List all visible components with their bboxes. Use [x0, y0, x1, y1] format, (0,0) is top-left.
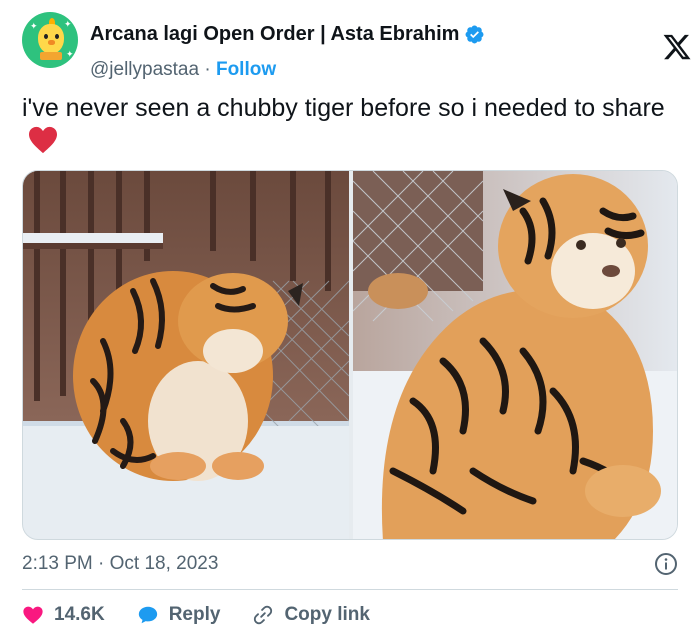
tweet-text: i've never seen a chubby tiger before so…	[22, 92, 682, 158]
tiger-looking-side-image	[353, 171, 677, 539]
like-count: 14.6K	[54, 604, 105, 625]
heart-icon	[23, 606, 43, 624]
chick-mascot-icon	[38, 24, 64, 54]
divider	[22, 589, 678, 590]
follow-button[interactable]: Follow	[216, 59, 276, 80]
red-heart-emoji-icon	[29, 126, 57, 154]
avatar[interactable]: ✦ ✦ ✦	[22, 12, 78, 68]
verified-badge-icon	[465, 25, 484, 43]
tweet-body: i've never seen a chubby tiger before so…	[22, 94, 665, 122]
tiger-photo-left[interactable]	[23, 171, 349, 539]
chick-eye	[44, 34, 48, 39]
handle[interactable]: @jellypastaa	[90, 59, 199, 80]
timestamp[interactable]: 2:13 PM · Oct 18, 2023	[22, 553, 218, 574]
avatar-tag	[40, 52, 62, 60]
copy-link-button[interactable]: Copy link	[252, 604, 370, 626]
copy-link-label: Copy link	[284, 604, 370, 625]
like-button[interactable]: 14.6K	[22, 604, 105, 626]
handle-row: @jellypastaa · Follow	[90, 59, 276, 81]
x-logo-icon[interactable]	[662, 32, 692, 62]
chick-eye	[55, 34, 59, 39]
action-bar: 14.6K Reply Copy link	[22, 600, 402, 630]
sparkle-icon: ✦	[30, 21, 38, 31]
sparkle-icon: ✦	[66, 49, 74, 59]
media-grid	[22, 170, 678, 540]
sparkle-icon: ✦	[64, 19, 72, 29]
display-name[interactable]: Arcana lagi Open Order | Asta Ebrahim	[90, 23, 459, 46]
tweet-header: ✦ ✦ ✦ Arcana lagi Open Order | Asta Ebra…	[22, 12, 691, 80]
tiger-looking-down-image	[23, 171, 349, 539]
reply-label: Reply	[168, 604, 221, 625]
timestamp-row: 2:13 PM · Oct 18, 2023	[22, 549, 678, 579]
handle-separator: ·	[204, 59, 216, 80]
chick-beak	[48, 40, 55, 45]
info-icon[interactable]	[654, 552, 678, 576]
link-icon	[254, 605, 273, 625]
reply-button[interactable]: Reply	[137, 604, 221, 626]
reply-bubble-icon	[138, 606, 157, 624]
tiger-photo-right[interactable]	[353, 171, 677, 539]
name-row: Arcana lagi Open Order | Asta Ebrahim	[90, 22, 485, 46]
